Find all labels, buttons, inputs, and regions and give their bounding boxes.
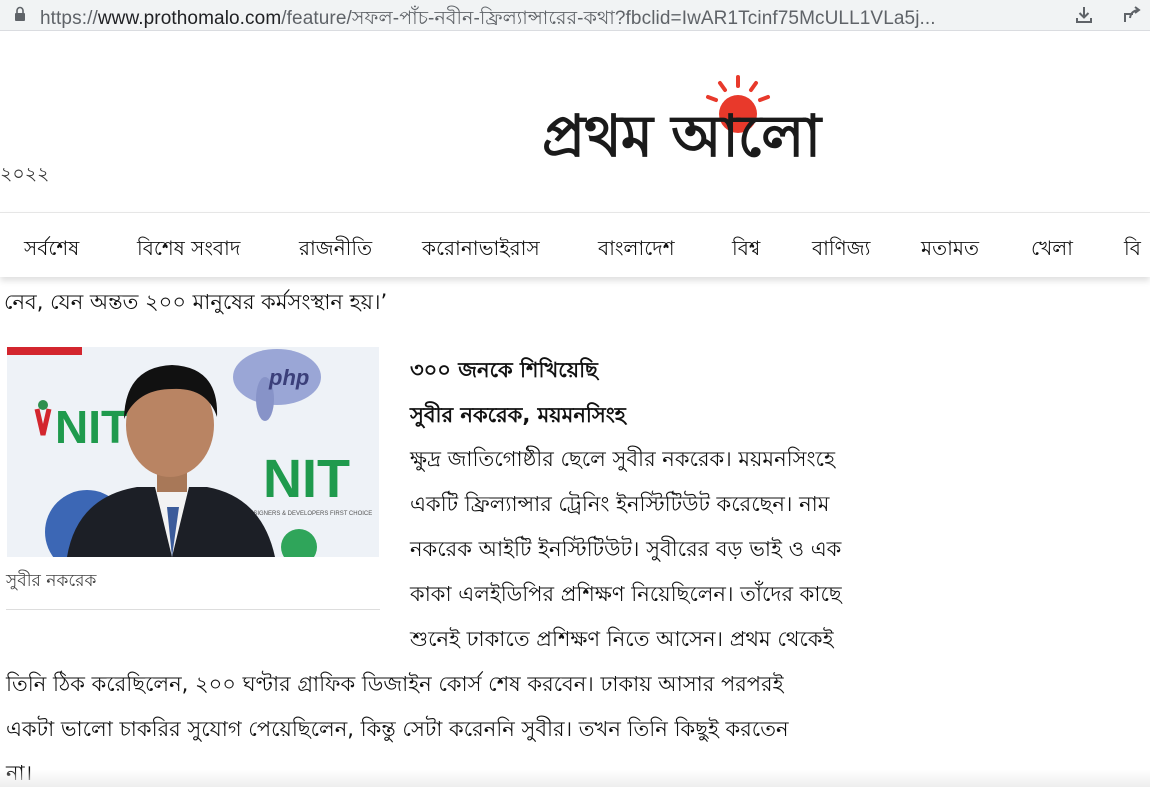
caption-divider bbox=[6, 609, 380, 610]
date-fragment: ২০২২ bbox=[0, 163, 50, 185]
body-line: তিনি ঠিক করেছিলেন, ২০০ ঘণ্টার গ্রাফিক ডি… bbox=[6, 672, 784, 696]
body-line: একটি ফ্রিল্যান্সার ট্রেনিং ইনস্টিটিউট কর… bbox=[410, 492, 830, 516]
nav-item-business[interactable]: বাণিজ্য bbox=[812, 234, 870, 267]
nav-item-opinion[interactable]: মতামত bbox=[921, 234, 979, 267]
photo-caption: সুবীর নকরেক bbox=[6, 571, 97, 591]
nav-item-politics[interactable]: রাজনীতি bbox=[299, 234, 372, 267]
url-host: www.prothomalo.com bbox=[97, 8, 282, 29]
article-photo: NIT php NIT DESIGNERS & DEVELOPERS FIRST… bbox=[7, 347, 379, 557]
nav-item-more[interactable]: বি bbox=[1124, 234, 1141, 267]
browser-address-bar[interactable]: https://www.prothomalo.com/feature/সফল-প… bbox=[0, 0, 1150, 31]
body-line: ক্ষুদ্র জাতিগোষ্ঠীর ছেলে সুবীর নকরেক। ময… bbox=[410, 447, 836, 471]
nav-item-world[interactable]: বিশ্ব bbox=[732, 234, 760, 267]
url-prefix: https:// bbox=[40, 8, 98, 29]
download-icon[interactable] bbox=[1073, 4, 1095, 26]
share-icon[interactable] bbox=[1121, 4, 1143, 26]
body-line: নকরেক আইটি ইনস্টিটিউট। সুবীরের বড় ভাই ও… bbox=[410, 537, 842, 561]
body-line: একটা ভালো চাকরির সুযোগ পেয়েছিলেন, কিন্ত… bbox=[6, 717, 789, 741]
body-line: কাকা এলইডিপির প্রশিক্ষণ নিয়েছিলেন। তাঁদ… bbox=[410, 582, 842, 606]
body-line: শুনেই ঢাকাতে প্রশিক্ষণ নিতে আসেন। প্রথম … bbox=[410, 627, 834, 651]
nav-item-latest[interactable]: সর্বশেষ bbox=[24, 234, 79, 267]
byline: সুবীর নকরেক, ময়মনসিংহ bbox=[410, 403, 626, 427]
nav-item-bangladesh[interactable]: বাংলাদেশ bbox=[598, 234, 675, 267]
nav-item-special[interactable]: বিশেষ সংবাদ bbox=[137, 234, 240, 267]
main-navigation: সর্বশেষ বিশেষ সংবাদ রাজনীতি করোনাভাইরাস … bbox=[0, 212, 1150, 277]
lead-paragraph: নেব, যেন অন্তত ২০০ মানুষের কর্মসংস্থান হ… bbox=[4, 290, 388, 314]
nav-item-coronavirus[interactable]: করোনাভাইরাস bbox=[422, 234, 540, 267]
php-badge: php bbox=[268, 365, 309, 390]
bottom-edge-shadow bbox=[0, 770, 1150, 787]
banner-tagline: DESIGNERS & DEVELOPERS FIRST CHOICE bbox=[245, 511, 372, 517]
url-text[interactable]: https://www.prothomalo.com/feature/সফল-প… bbox=[40, 4, 936, 36]
section-subheading: ৩০০ জনকে শিখিয়েছি bbox=[410, 358, 598, 382]
lock-icon[interactable] bbox=[14, 6, 26, 22]
logo-wordmark: প্রথম আলো bbox=[542, 102, 821, 170]
url-path: /feature/সফল-পাঁচ-নবীন-ফ্রিল্যান্সারের-ক… bbox=[281, 8, 936, 29]
banner-logo-right: NIT bbox=[263, 449, 350, 509]
nav-item-sports[interactable]: খেলা bbox=[1031, 234, 1073, 267]
banner-logo-left: NIT bbox=[55, 401, 129, 453]
site-logo[interactable]: প্রথম আলো bbox=[536, 72, 936, 172]
photo-illustration: NIT php NIT DESIGNERS & DEVELOPERS FIRST… bbox=[7, 347, 379, 557]
